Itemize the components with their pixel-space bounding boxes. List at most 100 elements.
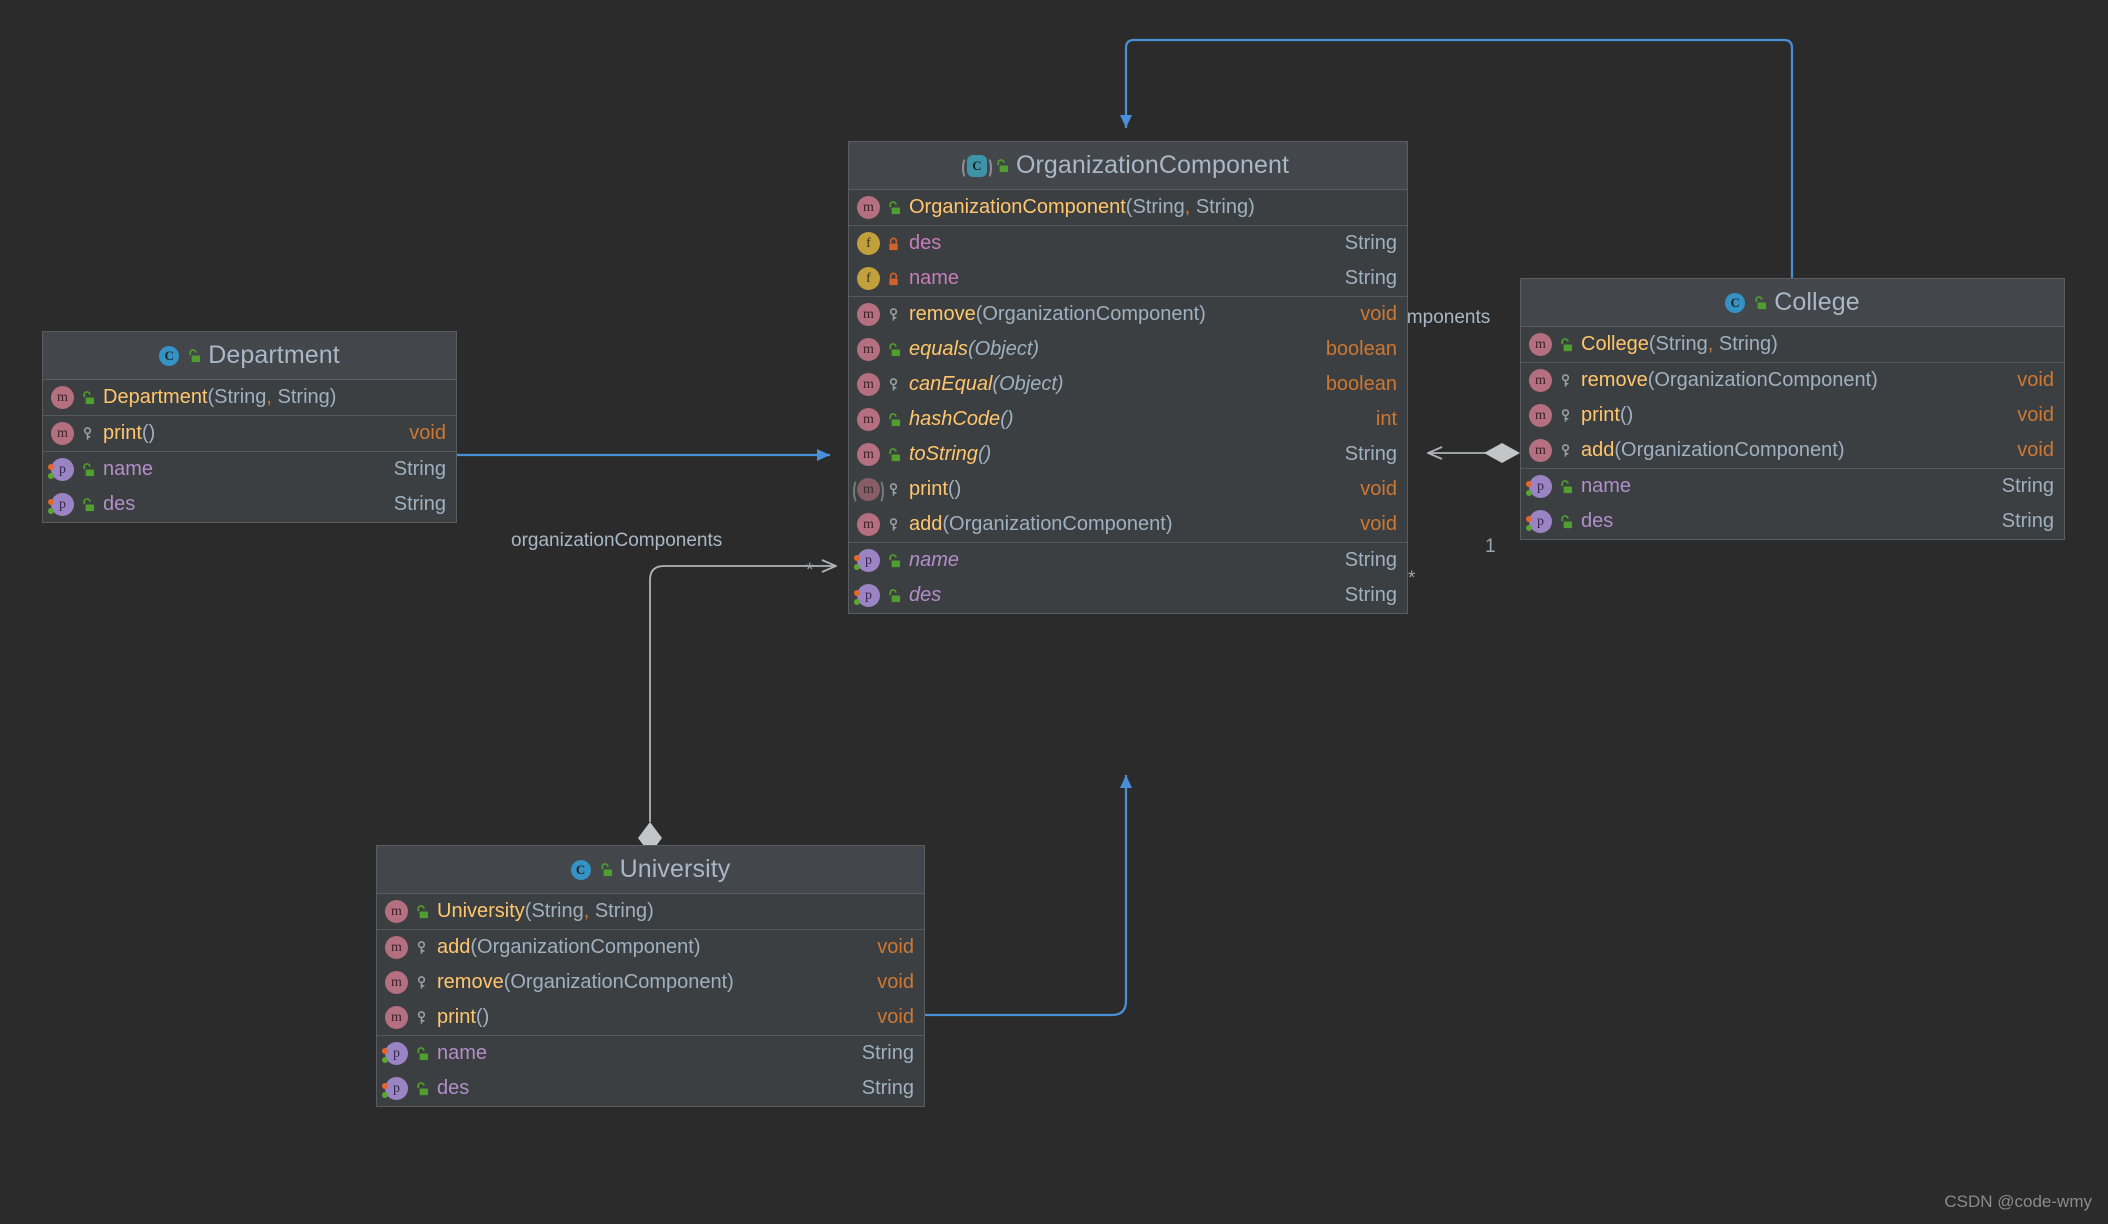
member-label: College(String, String) — [1581, 333, 2054, 356]
member-label: print() — [1581, 404, 2003, 427]
uml-member-row[interactable]: m OrganizationComponent(String, String) — [849, 190, 1407, 225]
uml-member-row[interactable]: f name String — [849, 261, 1407, 296]
uml-class-university[interactable]: C University m University(String, String) m a… — [376, 845, 925, 1107]
uml-class-title: College — [1774, 288, 1860, 316]
method-icon: m — [1529, 404, 1552, 427]
member-label: remove(OrganizationComponent) — [909, 303, 1346, 326]
lock-icon — [889, 272, 898, 285]
member-icons: p — [48, 493, 101, 516]
member-type: int — [1375, 408, 1397, 430]
member-params: (OrganizationComponent) — [975, 303, 1206, 325]
uml-class-title: Department — [208, 341, 340, 369]
uml-member-row[interactable]: m print() void — [1521, 398, 2064, 433]
uml-class-college[interactable]: C College m College(String, String) m remove(… — [1520, 278, 2065, 540]
uml-member-row[interactable]: m print() void — [849, 472, 1407, 507]
member-name: remove — [437, 971, 504, 993]
uml-diagram-canvas: organizationComponents * organizationCom… — [0, 0, 2108, 1224]
member-icons: p — [382, 1077, 435, 1100]
method-icon: m — [1529, 369, 1552, 392]
member-type: boolean — [1325, 373, 1397, 395]
uml-member-row[interactable]: p des String — [1521, 504, 2064, 539]
uml-member-row[interactable]: m add(OrganizationComponent) void — [377, 930, 924, 965]
unlock-icon — [417, 1046, 429, 1060]
uml-member-row[interactable]: p name String — [1521, 469, 2064, 504]
watermark: CSDN @code-wmy — [1944, 1192, 2092, 1211]
uml-member-row[interactable]: m Department(String, String) — [43, 380, 456, 415]
member-label: print() — [909, 478, 1346, 501]
uml-class-organizationcomponent[interactable]: C OrganizationComponent m OrganizationCompo… — [848, 141, 1408, 614]
member-icons: m — [1529, 333, 1579, 356]
key-icon — [417, 975, 426, 989]
field-icon: f — [857, 232, 880, 255]
member-type: void — [1360, 478, 1397, 500]
member-type: String — [861, 1042, 914, 1064]
edge-label-university-association: organizationComponents — [511, 530, 723, 551]
class-icon: C — [570, 859, 591, 880]
method-icon: m — [857, 513, 880, 536]
member-type: void — [877, 971, 914, 993]
class-icon: C — [1725, 292, 1746, 313]
uml-member-row[interactable]: m toString() String — [849, 437, 1407, 472]
member-label: remove(OrganizationComponent) — [437, 971, 863, 994]
uml-class-department[interactable]: C Department m Department(String, String) m p… — [42, 331, 457, 523]
member-label: des — [103, 493, 380, 516]
member-icons: m — [1529, 369, 1579, 392]
uml-member-row[interactable]: m print() void — [43, 416, 456, 451]
unlock-icon — [889, 588, 901, 602]
uml-member-row[interactable]: m add(OrganizationComponent) void — [1521, 433, 2064, 468]
uml-member-row[interactable]: p name String — [43, 452, 456, 487]
member-params: () — [1619, 404, 1634, 426]
edge-college-aggregates-organizationcomponent — [1428, 443, 1520, 463]
uml-member-row[interactable]: m print() void — [377, 1000, 924, 1035]
member-type: void — [2017, 369, 2054, 391]
member-label: Department(String, String) — [103, 386, 446, 409]
member-label: add(OrganizationComponent) — [909, 513, 1346, 536]
member-params: (OrganizationComponent) — [470, 936, 701, 958]
method-icon: m — [857, 196, 880, 219]
member-name: name — [437, 1042, 488, 1064]
member-type: String — [1344, 443, 1397, 465]
member-params: () — [475, 1006, 490, 1028]
uml-member-row[interactable]: m remove(OrganizationComponent) void — [377, 965, 924, 1000]
uml-section: f des String f name String — [849, 226, 1407, 297]
member-params: (OrganizationComponent) — [942, 513, 1173, 535]
uml-member-row[interactable]: p name String — [377, 1036, 924, 1071]
member-params: (OrganizationComponent) — [1614, 439, 1845, 461]
uml-member-row[interactable]: m hashCode() int — [849, 402, 1407, 437]
member-label: name — [909, 267, 1331, 290]
member-icons: m — [385, 971, 435, 994]
method-icon: m — [51, 386, 74, 409]
member-name: name — [103, 458, 154, 480]
uml-member-row[interactable]: f des String — [849, 226, 1407, 261]
member-params: (OrganizationComponent) — [1647, 369, 1878, 391]
key-icon — [1561, 408, 1570, 422]
uml-member-row[interactable]: p name String — [849, 543, 1407, 578]
uml-member-row[interactable]: m College(String, String) — [1521, 327, 2064, 362]
uml-class-title: University — [619, 855, 731, 883]
member-icons: m — [853, 478, 907, 504]
uml-member-row[interactable]: m remove(OrganizationComponent) void — [849, 297, 1407, 332]
property-icon: p — [1526, 475, 1552, 498]
uml-member-row[interactable]: p des String — [377, 1071, 924, 1106]
member-name: name — [909, 549, 960, 571]
member-name: toString — [909, 443, 978, 465]
member-name: hashCode — [909, 408, 1001, 430]
member-label: equals(Object) — [909, 338, 1312, 361]
member-icons: m — [857, 513, 907, 536]
key-icon — [889, 482, 898, 496]
edge-mult-college-target: * — [1408, 568, 1416, 589]
uml-member-row[interactable]: m remove(OrganizationComponent) void — [1521, 363, 2064, 398]
method-icon: m — [1529, 439, 1552, 462]
edge-university-aggregates-organizationcomponent — [638, 566, 836, 854]
uml-member-row[interactable]: p des String — [849, 578, 1407, 613]
uml-member-row[interactable]: m University(String, String) — [377, 894, 924, 929]
uml-member-row[interactable]: p des String — [43, 487, 456, 522]
member-label: OrganizationComponent(String, String) — [909, 196, 1397, 219]
uml-member-row[interactable]: m equals(Object) boolean — [849, 332, 1407, 367]
member-name: print — [437, 1006, 476, 1028]
uml-member-row[interactable]: m canEqual(Object) boolean — [849, 367, 1407, 402]
member-params: (Object) — [992, 373, 1064, 395]
member-icons: m — [51, 386, 101, 409]
uml-member-row[interactable]: m add(OrganizationComponent) void — [849, 507, 1407, 542]
member-icons: m — [857, 443, 907, 466]
